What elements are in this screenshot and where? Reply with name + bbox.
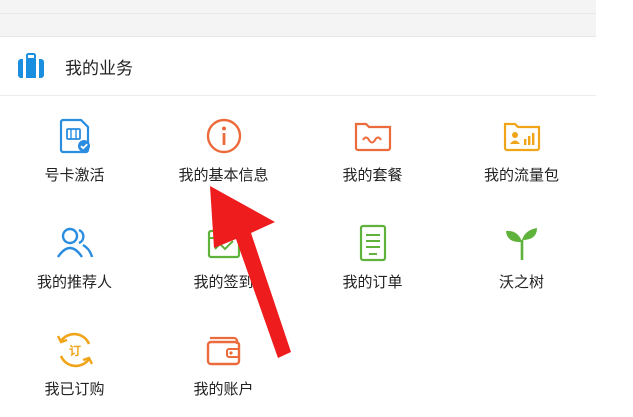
top-divider [0,13,596,14]
tile-referrer[interactable]: 我的推荐人 [0,203,149,303]
tile-label: 我的订单 [342,273,403,291]
briefcase-icon [17,53,45,79]
sprout-icon [502,223,542,263]
sim-card-activate-icon [55,116,95,156]
account-wallet-icon [204,330,244,370]
tile-wo-tree[interactable]: 沃之树 [447,203,596,303]
info-circle-icon [204,116,244,156]
svg-text:订: 订 [68,343,80,358]
tile-check-in[interactable]: 我的签到 [149,203,298,303]
people-icon [55,223,95,263]
business-grid: 号卡激活 我的基本信息 我的套餐 我的流量包 我的推荐人 我的签到 我的订单 沃… [0,96,596,417]
tile-data-package[interactable]: 我的流量包 [447,96,596,196]
data-package-icon [502,116,542,156]
right-margin [596,0,633,417]
tile-label: 我的基本信息 [178,166,269,184]
tile-label: 我的推荐人 [36,273,112,291]
section-title: 我的业务 [65,58,133,79]
tile-orders[interactable]: 我的订单 [298,203,447,303]
tile-label: 我的账户 [193,380,254,398]
tile-sim-activation[interactable]: 号卡激活 [0,96,149,196]
section-header: 我的业务 [0,37,596,96]
tile-basic-info[interactable]: 我的基本信息 [149,96,298,196]
tile-subscribed[interactable]: 订 我已订购 [0,310,149,410]
tile-my-account[interactable]: 我的账户 [149,310,298,410]
tile-label: 我的签到 [193,273,254,291]
order-list-icon [353,223,393,263]
tile-label: 沃之树 [498,273,544,291]
tile-label: 我已订购 [44,380,105,398]
tile-label: 我的流量包 [483,166,559,184]
tile-my-package[interactable]: 我的套餐 [298,96,447,196]
tile-label: 我的套餐 [342,166,403,184]
top-strip [0,0,596,37]
subscribed-icon: 订 [55,330,95,370]
tile-label: 号卡激活 [44,166,105,184]
wallet-package-icon [353,116,393,156]
sign-in-icon [204,223,244,263]
